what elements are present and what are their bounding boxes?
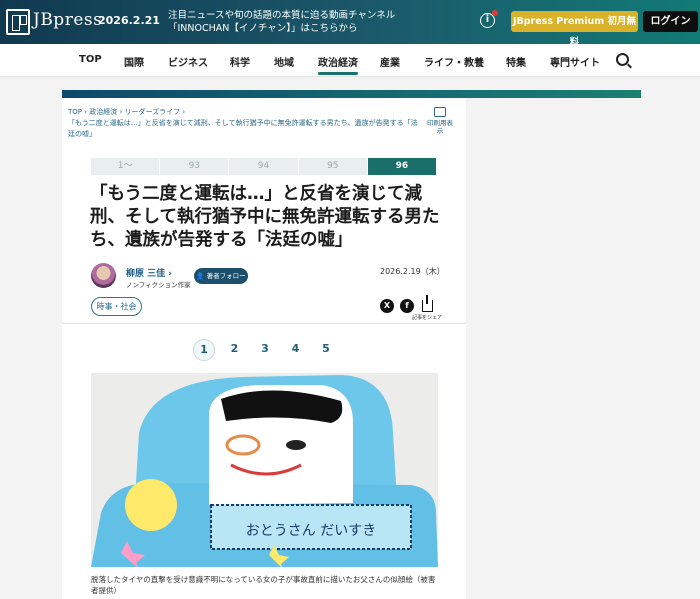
photo-caption: 脱落したタイヤの直撃を受け意識不明になっている女の子が事故直前に描いたお父さんの… [91, 575, 436, 595]
page-link[interactable]: 3 [254, 339, 276, 361]
child-drawing-image: おとうさん だいすき [91, 373, 438, 567]
author-avatar[interactable] [91, 263, 116, 288]
printer-icon [434, 107, 446, 117]
follow-label: 著者フォロー [206, 272, 246, 280]
share-label: 記事をシェア [412, 315, 443, 321]
nav-item-industry[interactable]: 産業 [380, 54, 400, 69]
series-page[interactable]: 94 [229, 158, 299, 175]
nav-item-special[interactable]: 特集 [506, 54, 526, 69]
series-page[interactable]: 95 [298, 158, 368, 175]
author-name-text: 柳原 三佳 [126, 269, 166, 279]
facebook-share-icon[interactable]: f [400, 299, 414, 313]
page-pagination: 1 2 3 4 5 [193, 339, 346, 361]
print-label: 印刷用表示 [427, 119, 453, 135]
divider [62, 323, 466, 324]
header-band [62, 90, 641, 98]
series-page-current[interactable]: 96 [367, 158, 438, 175]
main-nav: TOP 国際 ビジネス 科学 地域 政治経済 産業 ライフ・教養 特集 専門サイ… [0, 44, 700, 77]
breadcrumb: TOP › 政治経済 › リーダーズライフ › 「もう二度と運転は…」と反省を演… [68, 108, 418, 138]
category-tag[interactable]: 時事・社会 [91, 297, 142, 316]
print-link[interactable]: 印刷用表示 [425, 107, 455, 135]
nav-item-sites[interactable]: 専門サイト [550, 54, 600, 69]
article-photo: おとうさん だいすき [91, 373, 438, 567]
breadcrumb-top[interactable]: TOP [68, 108, 82, 116]
article-title: 「もう二度と運転は…」と反省を演じて減刑、そして執行猶予中に無免許運転する男たち… [90, 184, 440, 250]
jbpress-logo-icon[interactable] [6, 9, 30, 35]
header-date: 2026.2.21 [98, 14, 160, 27]
nav-item-international[interactable]: 国際 [124, 54, 144, 69]
author-role: ノンフィクション作家 [126, 281, 191, 289]
login-button[interactable]: ログイン [643, 11, 698, 32]
nav-item-region[interactable]: 地域 [274, 54, 294, 69]
search-icon[interactable] [616, 53, 629, 66]
author-name[interactable]: 柳原 三佳 › [126, 266, 172, 279]
series-pager: 1～ 93 94 95 96 [91, 158, 438, 175]
series-page[interactable]: 93 [160, 158, 230, 175]
promo-link[interactable]: 注目ニュースや旬の話題の本質に迫る動画チャンネル 「INNOCHAN【イノチャン… [168, 9, 395, 35]
follow-author-button[interactable]: 👤 著者フォロー [194, 268, 248, 284]
promo-line-2: 「INNOCHAN【イノチャン】」はこちらから [168, 23, 358, 34]
share-icon[interactable] [422, 295, 433, 312]
page-link[interactable]: 4 [285, 339, 307, 361]
nav-item-life[interactable]: ライフ・教養 [424, 54, 484, 69]
premium-button[interactable]: JBpress Premium 初月無料 [511, 11, 638, 48]
series-page[interactable]: 1～ [91, 158, 161, 175]
publish-date: 2026.2.19（木） [380, 267, 445, 276]
nav-item-business[interactable]: ビジネス [168, 54, 208, 69]
top-bar: JBpress 2026.2.21 注目ニュースや旬の話題の本質に迫る動画チャン… [0, 0, 700, 48]
breadcrumb-current: 「もう二度と運転は…」と反省を演じて減刑、そして執行猶予中に無免許運転する男たち… [68, 119, 418, 138]
breadcrumb-leaders-life[interactable]: リーダーズライフ [125, 108, 181, 116]
page-link-current[interactable]: 1 [193, 339, 215, 361]
promo-line-1: 注目ニュースや旬の話題の本質に迫る動画チャンネル [168, 10, 396, 21]
nav-item-politics[interactable]: 政治経済 [318, 54, 358, 75]
breadcrumb-politics[interactable]: 政治経済 [89, 108, 117, 116]
nav-item-science[interactable]: 科学 [230, 54, 250, 69]
photo-text: おとうさん だいすき [246, 523, 376, 539]
brand-name[interactable]: JBpress [33, 10, 102, 30]
notification-dot [492, 10, 498, 16]
x-share-icon[interactable]: X [380, 299, 394, 313]
page-link[interactable]: 2 [224, 339, 246, 361]
page-link[interactable]: 5 [315, 339, 337, 361]
nav-item-top[interactable]: TOP [79, 54, 102, 65]
